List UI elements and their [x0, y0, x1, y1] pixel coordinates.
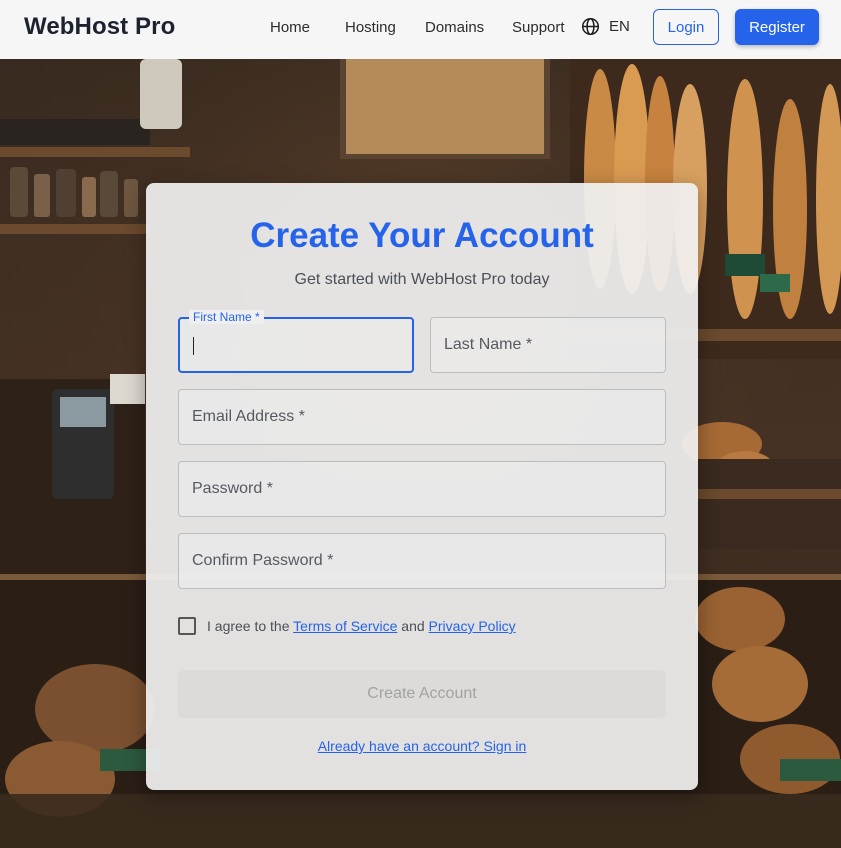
terms-and: and: [401, 618, 425, 634]
terms-of-service-link[interactable]: Terms of Service: [293, 618, 397, 634]
language-label: EN: [609, 18, 630, 35]
privacy-policy-link[interactable]: Privacy Policy: [429, 618, 516, 634]
login-button[interactable]: Login: [653, 9, 719, 45]
confirm-password-field[interactable]: Confirm Password *: [178, 533, 666, 589]
text-caret: [193, 337, 194, 355]
create-account-button[interactable]: Create Account: [178, 670, 666, 718]
password-placeholder: Password *: [192, 480, 273, 497]
globe-icon: [581, 17, 600, 36]
email-field[interactable]: Email Address *: [178, 389, 666, 445]
last-name-placeholder: Last Name *: [444, 336, 533, 353]
register-button[interactable]: Register: [735, 9, 819, 45]
language-selector[interactable]: EN: [581, 17, 630, 36]
password-field[interactable]: Password *: [178, 461, 666, 517]
nav-domains[interactable]: Domains: [425, 19, 484, 36]
terms-agreement: I agree to the Terms of Service and Priv…: [178, 617, 516, 635]
form-subtitle: Get started with WebHost Pro today: [294, 271, 550, 288]
registration-card: Create Your Account Get started with Web…: [146, 183, 698, 790]
first-name-label: First Name *: [189, 310, 264, 324]
first-name-field[interactable]: First Name *: [178, 310, 414, 373]
last-name-field[interactable]: Last Name *: [430, 317, 666, 373]
terms-prefix: I agree to the: [207, 618, 290, 634]
sign-in-link[interactable]: Already have an account? Sign in: [146, 738, 698, 754]
nav-home[interactable]: Home: [270, 19, 310, 36]
brand-logo[interactable]: WebHost Pro: [24, 13, 175, 41]
nav-hosting[interactable]: Hosting: [345, 19, 396, 36]
top-navbar: WebHost Pro Home Hosting Domains Support…: [0, 0, 841, 59]
confirm-password-placeholder: Confirm Password *: [192, 552, 334, 569]
nav-support[interactable]: Support: [512, 19, 565, 36]
email-placeholder: Email Address *: [192, 408, 305, 425]
form-title: Create Your Account: [250, 216, 594, 255]
terms-text: I agree to the Terms of Service and Priv…: [207, 618, 516, 634]
terms-checkbox[interactable]: [178, 617, 196, 635]
